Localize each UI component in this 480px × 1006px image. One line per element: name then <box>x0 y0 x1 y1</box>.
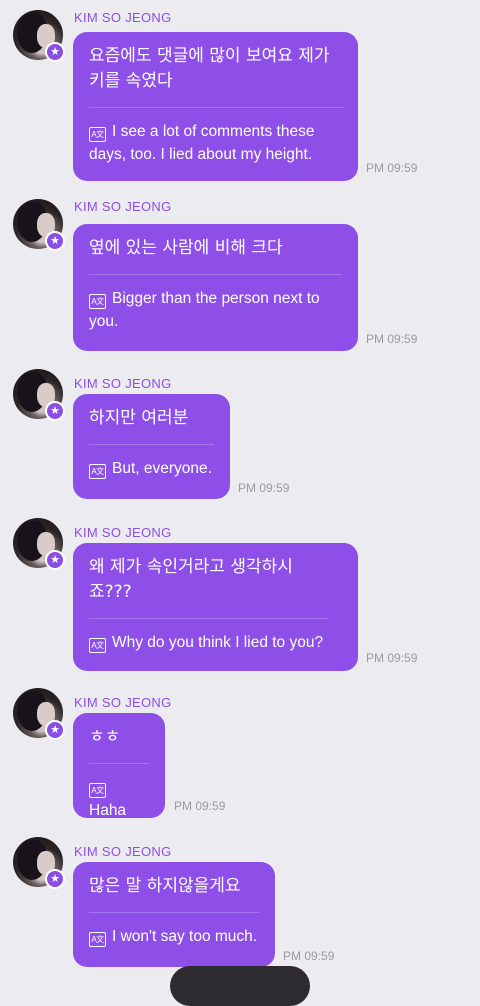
translate-icon: A文 <box>89 294 106 309</box>
timestamp: PM 09:59 <box>283 949 335 963</box>
sender-name: KIM SO JEONG <box>74 10 172 25</box>
timestamp: PM 09:59 <box>366 332 418 346</box>
message-bubble[interactable]: 왜 제가 속인거라고 생각하시죠??? A文 Why do you think I… <box>73 543 358 671</box>
avatar[interactable]: ★ <box>13 688 65 740</box>
message-bubble[interactable]: 요즘에도 댓글에 많이 보여요 제가 키를 속였다 A文 I see a lot … <box>73 32 358 181</box>
avatar[interactable]: ★ <box>13 199 65 251</box>
translation-text-row: A文 I won't say too much. <box>89 925 259 948</box>
star-icon: ★ <box>45 231 65 251</box>
message-bubble[interactable]: 옆에 있는 사람에 비해 크다 A文 Bigger than the person… <box>73 224 358 351</box>
message-text: ㅎㅎ <box>89 725 149 764</box>
message-text: 많은 말 하지않을게요 <box>89 874 259 913</box>
translate-icon: A文 <box>89 783 106 798</box>
star-icon: ★ <box>45 401 65 421</box>
sender-name: KIM SO JEONG <box>74 695 172 710</box>
sender-name: KIM SO JEONG <box>74 376 172 391</box>
star-icon: ★ <box>45 42 65 62</box>
translation-text-row: A文 I see a lot of comments these days, to… <box>89 120 344 166</box>
translation-text: Haha <box>89 802 127 819</box>
message-bubble[interactable]: 많은 말 하지않을게요 A文 I won't say too much. <box>73 862 275 967</box>
message-text: 하지만 여러분 <box>89 406 214 445</box>
avatar[interactable]: ★ <box>13 518 65 570</box>
timestamp: PM 09:59 <box>174 799 226 813</box>
avatar[interactable]: ★ <box>13 369 65 421</box>
avatar[interactable]: ★ <box>13 837 65 889</box>
message-text: 요즘에도 댓글에 많이 보여요 제가 키를 속였다 <box>89 44 344 108</box>
star-icon: ★ <box>45 869 65 889</box>
translation-text-row: A文 But, everyone. <box>89 457 214 480</box>
translation-text-row: A文 Haha <box>89 776 149 822</box>
translate-icon: A文 <box>89 932 106 947</box>
translate-icon: A文 <box>89 464 106 479</box>
timestamp: PM 09:59 <box>238 481 290 495</box>
translation-text-row: A文 Why do you think I lied to you? <box>89 631 328 654</box>
message-text: 왜 제가 속인거라고 생각하시죠??? <box>89 555 328 619</box>
translation-text: I see a lot of comments these days, too.… <box>89 123 315 163</box>
sender-name: KIM SO JEONG <box>74 199 172 214</box>
translation-text: I won't say too much. <box>112 928 258 945</box>
message-bubble[interactable]: 하지만 여러분 A文 But, everyone. <box>73 394 230 499</box>
translation-text-row: A文 Bigger than the person next to you. <box>89 287 342 333</box>
star-icon: ★ <box>45 550 65 570</box>
translation-text: But, everyone. <box>112 460 212 477</box>
sender-name: KIM SO JEONG <box>74 525 172 540</box>
timestamp: PM 09:59 <box>366 651 418 665</box>
translate-icon: A文 <box>89 127 106 142</box>
message-bubble[interactable]: ㅎㅎ A文 Haha <box>73 713 165 819</box>
timestamp: PM 09:59 <box>366 161 418 175</box>
translation-text: Why do you think I lied to you? <box>112 634 324 651</box>
message-text: 옆에 있는 사람에 비해 크다 <box>89 236 342 275</box>
translate-icon: A文 <box>89 638 106 653</box>
sender-name: KIM SO JEONG <box>74 844 172 859</box>
star-icon: ★ <box>45 720 65 740</box>
translation-text: Bigger than the person next to you. <box>89 290 320 330</box>
avatar[interactable]: ★ <box>13 10 65 62</box>
scroll-to-bottom-button[interactable] <box>170 966 310 1006</box>
